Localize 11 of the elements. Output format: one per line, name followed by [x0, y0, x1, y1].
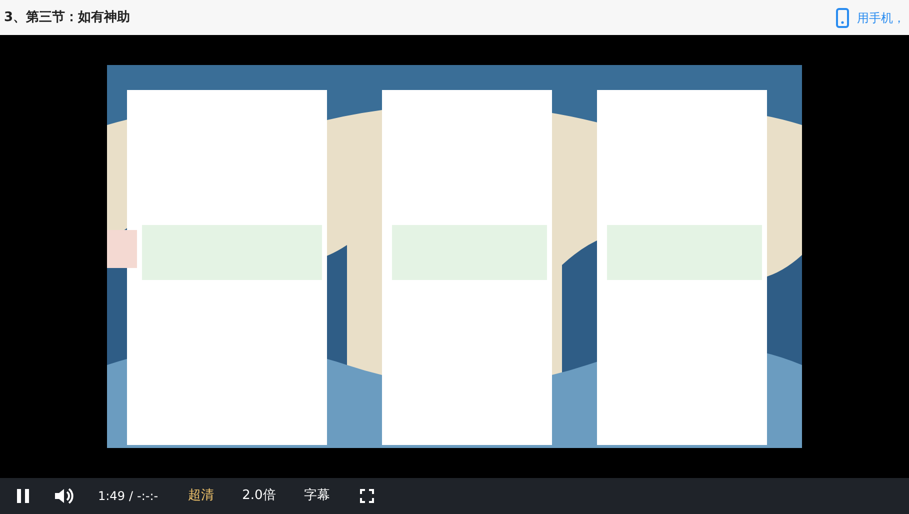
volume-icon[interactable] [54, 487, 74, 505]
duration: -:-:- [137, 488, 158, 505]
player-option[interactable]: 字幕 [298, 486, 336, 506]
player-option[interactable]: 超清 [182, 486, 220, 506]
fullscreen-icon[interactable] [360, 489, 374, 503]
player-option[interactable]: 2.0倍 [236, 486, 282, 506]
current-time: 1:49 [98, 488, 125, 505]
time-separator: / [128, 488, 133, 505]
pause-icon[interactable] [16, 488, 30, 504]
phone-icon [836, 8, 849, 28]
lesson-title: 3、第三节：如有神助 [4, 8, 130, 27]
